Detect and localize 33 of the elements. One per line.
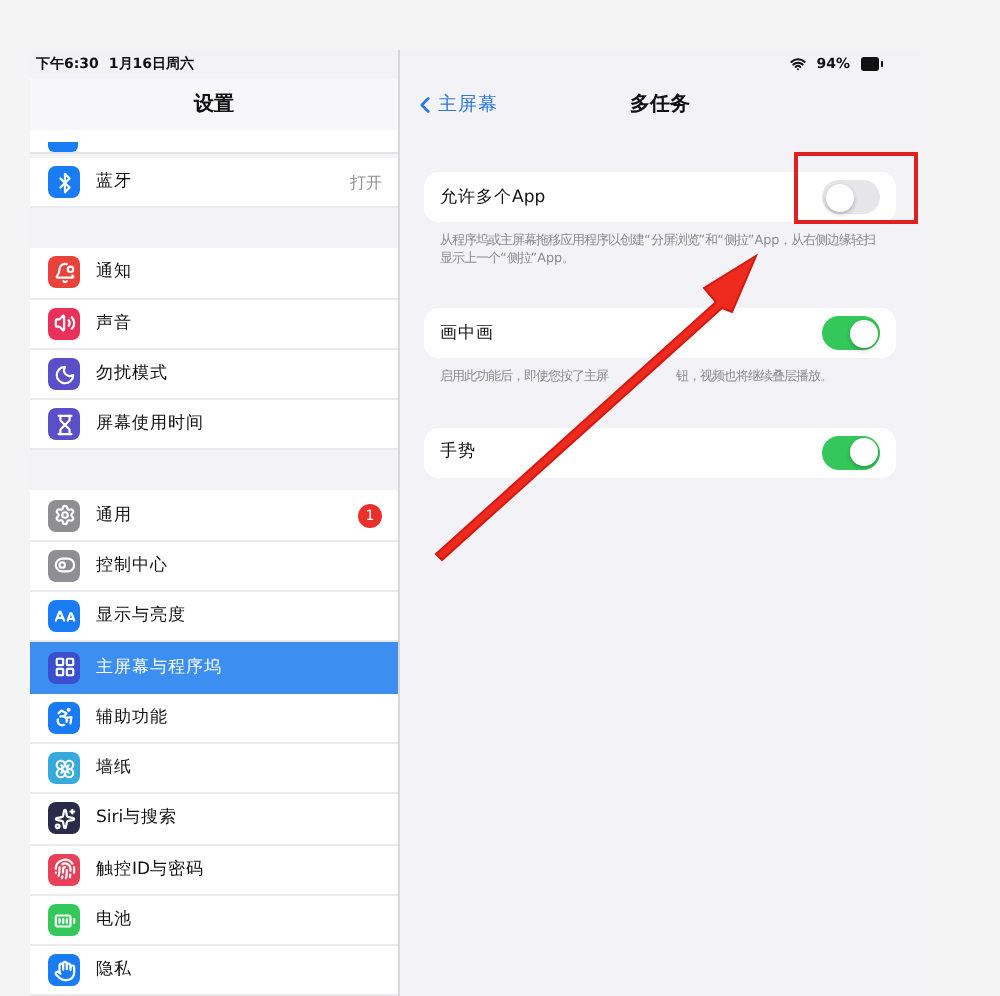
battery-icon xyxy=(860,52,884,76)
back-link[interactable]: 主屏幕 xyxy=(412,91,498,117)
row-label: 显示与亮度 xyxy=(96,604,188,629)
row-label: 通用 xyxy=(96,503,134,528)
setting-label: 画中画 xyxy=(440,321,496,345)
settings-row[interactable]: 声音 xyxy=(30,299,398,350)
row-label: 蓝牙 xyxy=(96,170,134,195)
row-label: 屏幕使用时间 xyxy=(96,412,206,437)
row-label: 电池 xyxy=(96,908,134,932)
page-title: 多任务 xyxy=(630,91,690,118)
toggle-switch[interactable] xyxy=(822,316,880,350)
row-label: 通知 xyxy=(96,260,134,285)
row-value: 打开 xyxy=(350,171,382,194)
row-label: 触控ID与密码 xyxy=(96,857,207,882)
settings-icon xyxy=(48,142,78,152)
toggle-switch[interactable] xyxy=(822,180,880,214)
settings-row[interactable]: 触控ID与密码 xyxy=(30,845,398,896)
row-label: 隐私 xyxy=(96,958,134,983)
row-label: 主屏幕与程序坞 xyxy=(96,655,224,680)
toggle-switch[interactable] xyxy=(822,435,880,469)
row-label: 勿扰模式 xyxy=(96,362,170,387)
settings-row[interactable] xyxy=(30,130,398,154)
row-label: 辅助功能 xyxy=(96,705,170,730)
setting-label: 手势 xyxy=(440,440,478,464)
row-label: 墙纸 xyxy=(96,756,134,781)
sidebar-title: 设置 xyxy=(194,91,234,118)
setting-label: 允许多个App xyxy=(440,185,548,209)
row-label: 控制中心 xyxy=(96,553,170,578)
row-label: 声音 xyxy=(96,311,134,336)
settings-row[interactable]: 辅助功能 xyxy=(30,693,398,744)
row-label: Siri与搜索 xyxy=(96,806,180,831)
wifi-icon xyxy=(790,56,807,72)
highlight-rectangle xyxy=(794,152,918,224)
